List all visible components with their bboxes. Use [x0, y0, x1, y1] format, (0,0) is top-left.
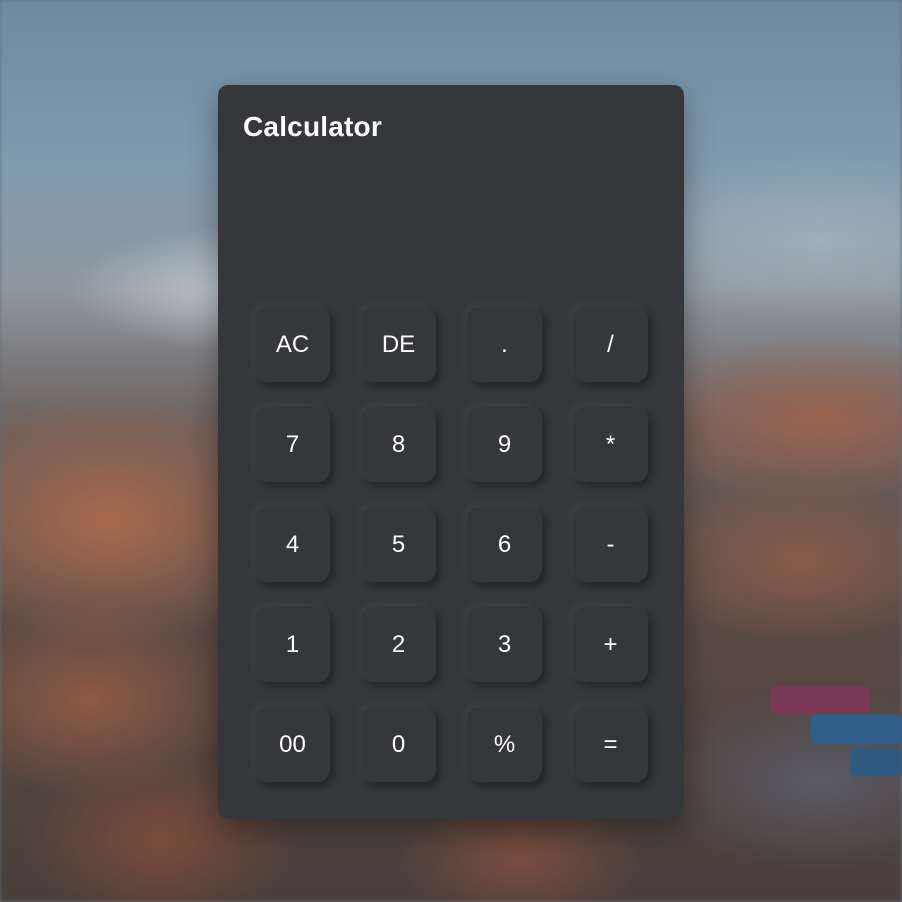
add-button[interactable]: +: [573, 607, 648, 682]
digit-0-button[interactable]: 0: [361, 707, 436, 782]
calculator-display: [243, 165, 659, 305]
decimal-point-button[interactable]: .: [467, 307, 542, 382]
divide-button[interactable]: /: [573, 307, 648, 382]
background-keyboard-key: [770, 686, 870, 714]
digit-2-button[interactable]: 2: [361, 607, 436, 682]
calculator-panel: Calculator AC DE . / 7 8 9 * 4 5 6 - 1 2…: [218, 85, 684, 819]
double-zero-button[interactable]: 00: [255, 707, 330, 782]
digit-6-button[interactable]: 6: [467, 507, 542, 582]
subtract-button[interactable]: -: [573, 507, 648, 582]
all-clear-button[interactable]: AC: [255, 307, 330, 382]
calculator-title: Calculator: [243, 111, 382, 142]
delete-button[interactable]: DE: [361, 307, 436, 382]
digit-3-button[interactable]: 3: [467, 607, 542, 682]
digit-7-button[interactable]: 7: [255, 407, 330, 482]
percent-button[interactable]: %: [467, 707, 542, 782]
background-keyboard-key: [850, 748, 902, 776]
equals-button[interactable]: =: [573, 707, 648, 782]
digit-9-button[interactable]: 9: [467, 407, 542, 482]
digit-1-button[interactable]: 1: [255, 607, 330, 682]
multiply-button[interactable]: *: [573, 407, 648, 482]
digit-4-button[interactable]: 4: [255, 507, 330, 582]
digit-8-button[interactable]: 8: [361, 407, 436, 482]
background-keyboard-key: [810, 714, 902, 744]
keypad: AC DE . / 7 8 9 * 4 5 6 - 1 2 3 + 00 0 %…: [255, 307, 648, 782]
digit-5-button[interactable]: 5: [361, 507, 436, 582]
